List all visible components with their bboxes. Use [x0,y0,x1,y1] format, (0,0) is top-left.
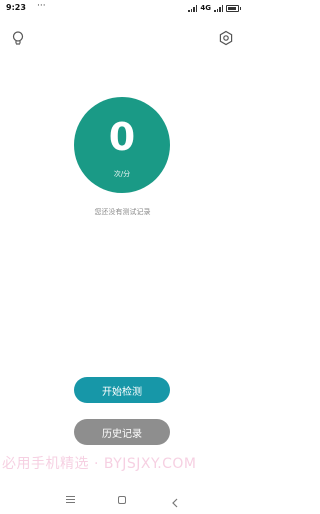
counter-value: 0 [108,115,136,159]
network-type: 4G [200,4,211,12]
start-test-button[interactable]: 开始检测 [74,377,170,403]
lightbulb-icon[interactable] [10,30,26,46]
empty-record-message: 您还没有测试记录 [94,208,151,216]
history-button[interactable]: 历史记录 [74,419,170,445]
settings-icon[interactable] [218,30,234,46]
signal-icon [188,4,198,12]
back-icon[interactable] [170,494,180,508]
signal-strength-icon [214,4,223,12]
status-time: 9:23 [6,3,26,12]
battery-icon [226,4,241,12]
watermark: 必用手机精选 · BYJSJXY.COM [2,456,197,472]
status-bar: 9:23 ··· 4G [0,0,245,16]
menu-icon[interactable] [66,496,75,505]
counter-unit: 次/分 [113,170,131,178]
status-indicators: 4G [188,3,241,13]
app-screen: 9:23 ··· 4G 0 次/分 您还没有测试记录 开始检测 历史记录 必用手… [0,0,245,514]
system-nav-bar [0,490,245,514]
notification-dots: ··· [37,1,46,11]
home-icon[interactable] [118,496,126,504]
heart-rate-counter: 0 次/分 [74,97,170,193]
